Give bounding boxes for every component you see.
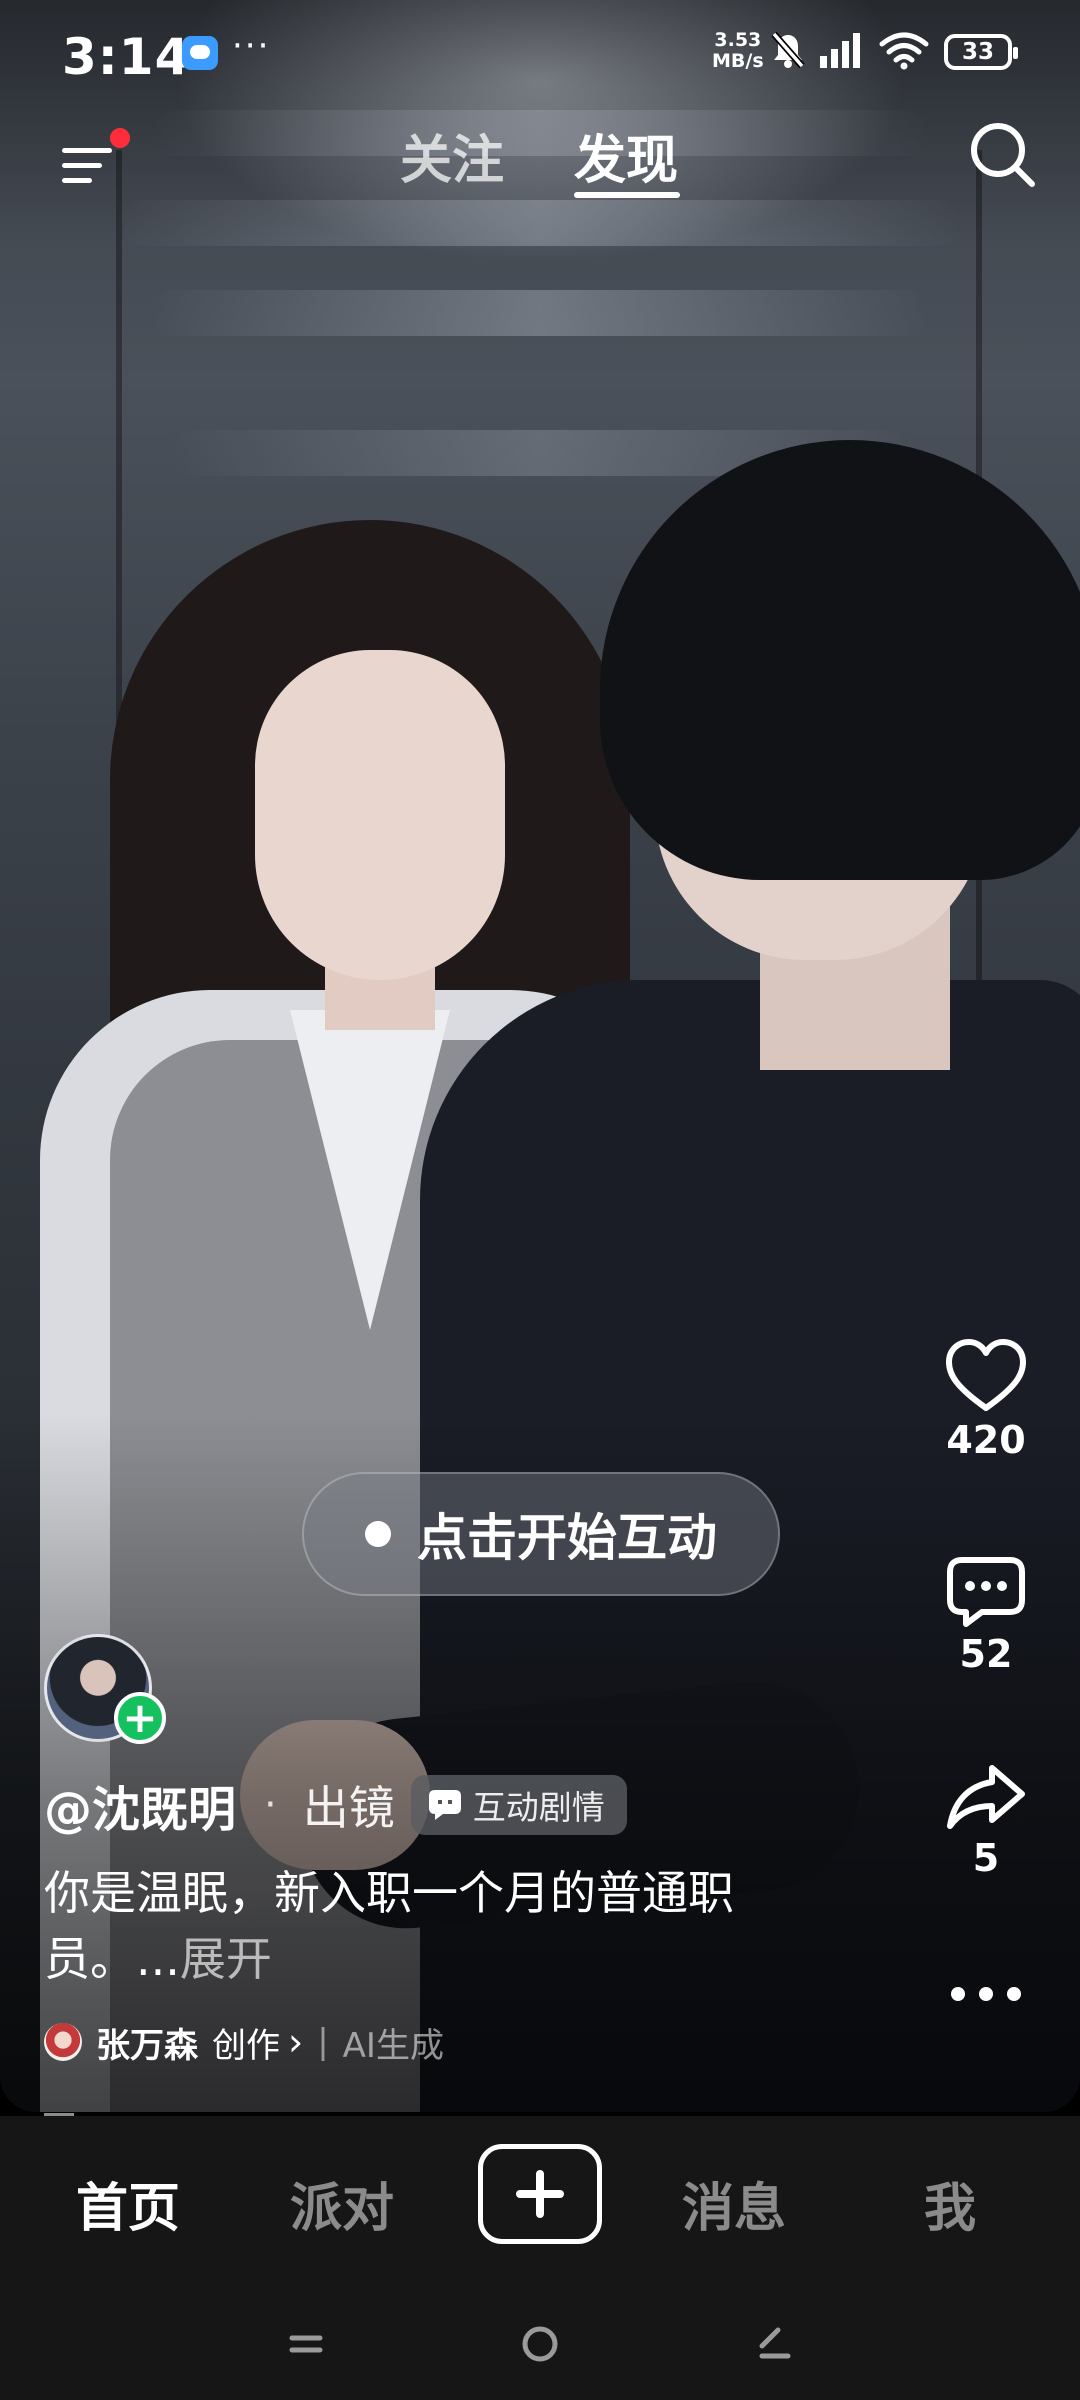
author-row: @沈既明 · 出镜 互动剧情	[44, 1770, 627, 1840]
start-interaction-label: 点击开始互动	[417, 1509, 717, 1567]
video-caption[interactable]: 你是温眠，新入职一个月的普通职员。...展开	[44, 1860, 804, 1992]
battery-level: 33	[961, 39, 994, 65]
top-nav: 关注 发现	[0, 108, 1080, 218]
signal-icon	[820, 33, 860, 68]
tab-party[interactable]: 派对	[290, 2166, 394, 2241]
active-tab-indicator	[574, 192, 680, 198]
comment-button[interactable]: 52	[930, 1556, 1042, 1676]
notification-badge	[110, 128, 130, 148]
plus-icon	[516, 2170, 564, 2218]
ai-generated-label: AI生成	[342, 2025, 444, 2066]
more-dots-icon	[951, 1987, 1021, 2001]
creator-label: 创作	[212, 2025, 280, 2066]
follow-button[interactable]: +	[114, 1692, 166, 1744]
like-count: 420	[946, 1418, 1026, 1462]
tag-label: 互动剧情	[472, 1788, 605, 1827]
home-circle-icon[interactable]	[518, 2324, 562, 2364]
share-button[interactable]: 5	[930, 1762, 1042, 1880]
tab-following[interactable]: 关注	[400, 118, 504, 193]
share-count: 5	[972, 1836, 1000, 1880]
net-speed-unit: MB/s	[712, 50, 764, 72]
tab-discover[interactable]: 发现	[574, 118, 678, 193]
comment-count: 52	[959, 1632, 1013, 1676]
mute-bell-icon	[771, 31, 805, 69]
creator-avatar	[44, 2023, 82, 2061]
net-speed: 3.53 MB/s	[712, 30, 764, 72]
record-dot-icon	[365, 1521, 391, 1547]
tab-me[interactable]: 我	[924, 2166, 976, 2241]
chevron-right-icon: ›	[288, 2020, 304, 2064]
caption-text: 你是温眠，新入职一个月的普通职员。...	[44, 1866, 734, 1986]
more-notifications-icon: ···	[232, 26, 271, 66]
credit-divider: |	[317, 2022, 329, 2062]
share-arrow-icon	[947, 1765, 1025, 1829]
start-interaction-button[interactable]: 点击开始互动	[302, 1472, 780, 1596]
comment-icon	[947, 1557, 1025, 1627]
chat-bubble-icon	[428, 1790, 461, 1820]
back-icon[interactable]	[752, 2324, 792, 2364]
bottom-tab-bar: 首页 派对 消息 我	[0, 2116, 1080, 2286]
like-button[interactable]: 420	[930, 1338, 1042, 1462]
menu-button[interactable]	[58, 128, 130, 198]
author-role: 出镜	[302, 1781, 395, 1835]
net-speed-value: 3.53	[714, 29, 762, 51]
creator-credit[interactable]: 张万森 创作 › | AI生成	[44, 2012, 444, 2072]
create-button[interactable]	[478, 2144, 602, 2244]
plus-icon: +	[122, 1693, 158, 1742]
tab-messages[interactable]: 消息	[682, 2166, 786, 2241]
menu-icon	[62, 148, 112, 153]
wifi-icon	[879, 32, 929, 70]
search-icon[interactable]	[962, 114, 1042, 194]
status-bar: 3:14 ··· 3.53 MB/s 33	[0, 0, 1080, 110]
recent-apps-icon[interactable]	[286, 2324, 326, 2364]
author-separator: ·	[264, 1782, 277, 1828]
expand-link[interactable]: 展开	[180, 1932, 272, 1986]
battery-indicator: 33	[944, 34, 1018, 70]
author-name[interactable]: @沈既明	[44, 1770, 236, 1840]
creator-name: 张万森	[96, 2025, 198, 2066]
system-nav-bar	[0, 2286, 1080, 2400]
heart-icon	[946, 1339, 1026, 1411]
interactive-story-tag[interactable]: 互动剧情	[410, 1775, 627, 1835]
message-app-icon	[182, 36, 218, 70]
tab-home[interactable]: 首页	[76, 2166, 180, 2241]
more-options-button[interactable]	[930, 1982, 1042, 2006]
status-time: 3:14	[62, 28, 191, 86]
